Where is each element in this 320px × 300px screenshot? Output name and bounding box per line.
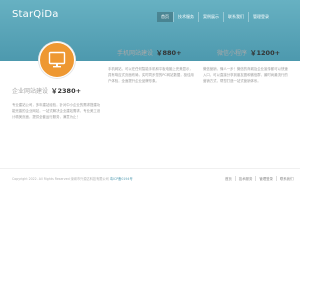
monitor-icon-badge <box>39 42 75 78</box>
footer-link-services[interactable]: 技术服务 <box>234 176 256 181</box>
site-logo[interactable]: StarQiDa <box>12 9 59 20</box>
product-title: 手机网站建设 <box>117 50 154 57</box>
product-title: 微信小程序 <box>217 50 248 57</box>
product-card-website: 企业网站建设 ￥2380+ <box>12 85 81 95</box>
footer-divider <box>0 168 300 169</box>
footer-link-admin-login[interactable]: 管理登录 <box>255 176 276 181</box>
copyright: Copyright 2022. All Rights Reserved 深圳市兴… <box>12 176 133 181</box>
product-card-mobile: 手机网站建设 ￥880+ <box>117 47 182 57</box>
icp-link[interactable]: 粤ICP备0194号 <box>110 177 133 181</box>
nav-item-home[interactable]: 首页 <box>157 12 173 22</box>
nav-item-services[interactable]: 技术服务 <box>173 12 198 22</box>
main-nav: 首页 技术服务 案例展示 联系我们 管理登录 <box>157 12 273 22</box>
footer-link-home[interactable]: 首页 <box>222 176 235 181</box>
nav-item-admin-login[interactable]: 管理登录 <box>248 12 273 22</box>
copyright-text: Copyright 2022. All Rights Reserved 深圳市兴… <box>12 177 109 181</box>
footer-link-contact[interactable]: 联系我们 <box>275 176 297 181</box>
product-price: ￥2380+ <box>51 87 82 95</box>
product-description: 专业建站公司，多年建站经验，针对中小企业的需求搭建功能完善的企业网站，一站式解决… <box>12 103 101 120</box>
product-card-miniprogram: 微信小程序 ￥1200+ <box>217 47 280 57</box>
product-description: 微信营销，懂人一步！微信的商城及企业宣传都可以快速入口，可以直接分享到朋友圈和微… <box>203 67 288 84</box>
nav-item-cases[interactable]: 案例展示 <box>198 12 223 22</box>
nav-item-contact[interactable]: 联系我们 <box>223 12 248 22</box>
product-title: 企业网站建设 <box>12 88 49 95</box>
product-price: ￥880+ <box>156 49 182 57</box>
footer-nav: 首页 技术服务 管理登录 联系我们 <box>222 176 296 181</box>
monitor-icon <box>48 51 66 68</box>
product-description: 手机网站，可以在任何智能手机和平板电脑上完美显示，具有响应式页面布局，实时同步您… <box>108 67 194 84</box>
product-price: ￥1200+ <box>250 49 281 57</box>
